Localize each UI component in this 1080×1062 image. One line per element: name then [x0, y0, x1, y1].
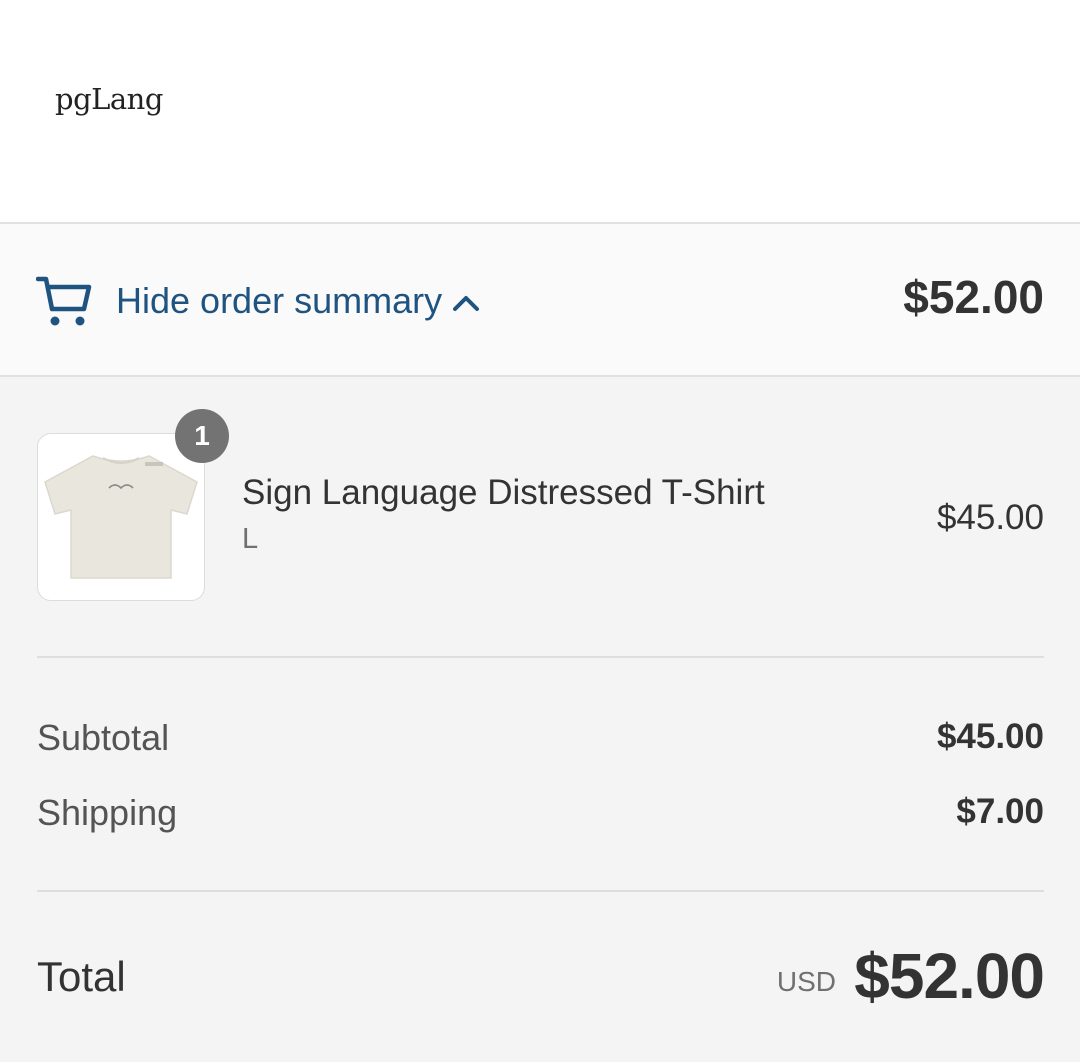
subtotal-label: Subtotal: [37, 717, 170, 758]
order-summary-bar[interactable]: Hide order summary $52.00: [0, 224, 1080, 377]
total-currency: USD: [776, 966, 836, 997]
product-variant: L: [242, 523, 259, 555]
chevron-up-icon: [453, 296, 480, 311]
quantity-badge: 1: [175, 409, 229, 463]
line-item: 1 Sign Language Distressed T-Shirt L $45…: [37, 409, 1044, 601]
site-header: pgLang: [0, 0, 1080, 224]
total-value: $52.00: [854, 940, 1045, 1012]
divider: [37, 656, 1044, 658]
product-price: $45.00: [936, 498, 1044, 537]
order-summary-panel: 1 Sign Language Distressed T-Shirt L $45…: [0, 377, 1080, 1062]
cart-icon: [36, 276, 92, 326]
order-summary-toggle[interactable]: Hide order summary: [36, 268, 480, 334]
order-summary-total: $52.00: [903, 271, 1044, 323]
shipping-value: $7.00: [956, 792, 1044, 831]
divider: [37, 890, 1044, 892]
brand-logo[interactable]: pgLang: [55, 82, 163, 116]
t-shirt-image: [44, 455, 198, 579]
total-label: Total: [37, 953, 126, 1000]
shipping-label: Shipping: [37, 792, 178, 833]
order-summary-toggle-label[interactable]: Hide order summary: [116, 280, 442, 322]
product-thumbnail: 1: [37, 409, 229, 601]
product-name: Sign Language Distressed T-Shirt: [242, 473, 765, 512]
subtotal-value: $45.00: [936, 717, 1044, 756]
